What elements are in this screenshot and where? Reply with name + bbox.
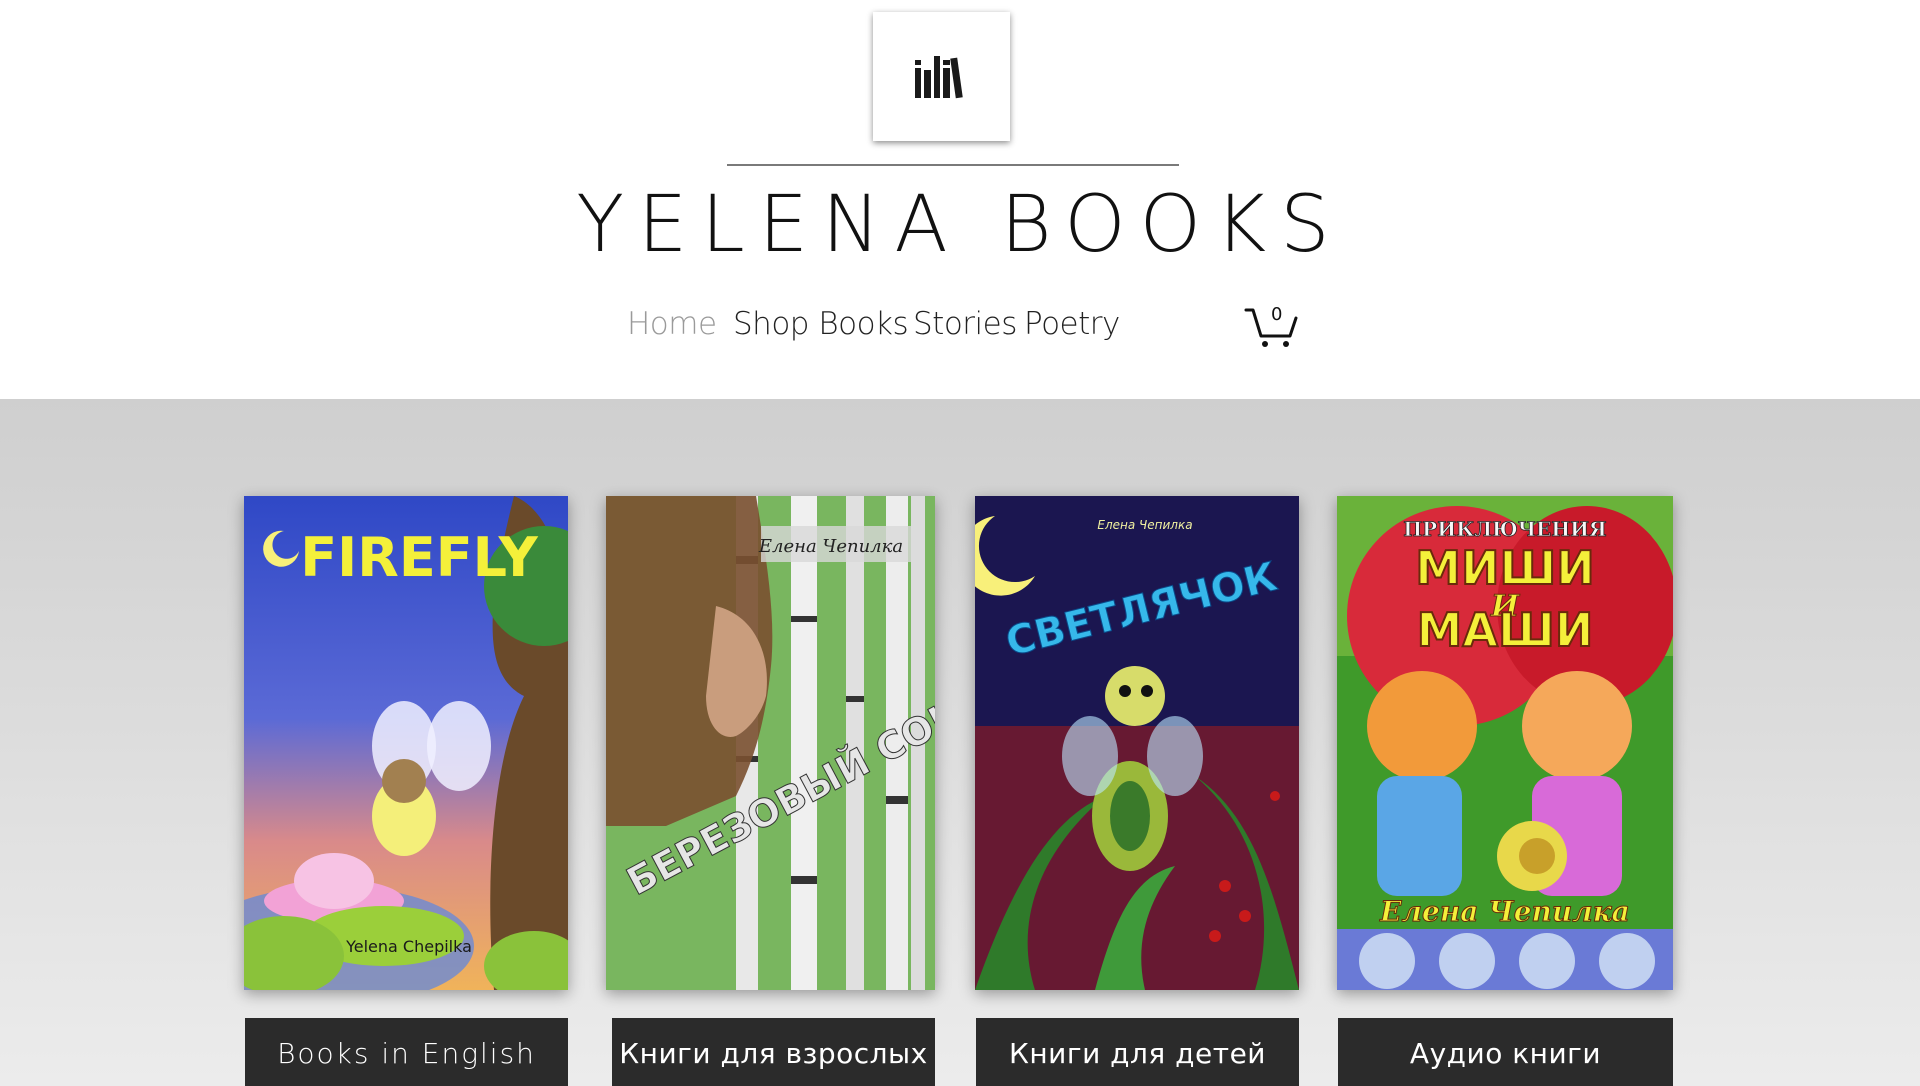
book-cover-birch-juice[interactable]: Елена Чепилка БЕРЕЗОВЫЙ СОК [606,496,935,990]
cover-title-line2-misha: МАШИ [1417,603,1594,657]
header-divider [727,164,1179,166]
nav-item-poetry[interactable]: Poetry [1024,306,1120,342]
category-audio-books-button[interactable]: Аудио книги [1338,1018,1673,1086]
site-header: YELENA BOOKS Home Shop Books Stories Poe… [0,0,1920,399]
nav-item-home[interactable]: Home [627,306,717,342]
nav-item-stories[interactable]: Stories [913,306,1017,342]
nav-item-shop-books[interactable]: Shop Books [733,306,909,342]
book-categories: FIREFLY Yelena Chepilka Елена Чепилка БЕ… [0,399,1920,1086]
cover-author-firefly: Yelena Chepilka [345,937,472,956]
cover-author-birch: Елена Чепилка [758,536,903,557]
category-books-for-adults-button[interactable]: Книги для взрослых [612,1018,935,1086]
book-cover-misha-masha[interactable]: ПРИКЛЮЧЕНИЯ МИШИ И МАШИ Елена Чепилка [1337,496,1673,990]
category-books-in-english-button[interactable]: Books in English [245,1018,568,1086]
cart-button[interactable]: 0 [1244,300,1300,350]
cover-author-misha: Елена Чепилка [1379,895,1630,928]
cover-title-top-misha: ПРИКЛЮЧЕНИЯ [1403,517,1606,541]
cart-count: 0 [1271,304,1283,325]
category-books-for-children-button[interactable]: Книги для детей [976,1018,1299,1086]
cover-title-line1-misha: МИШИ [1415,541,1595,595]
main-nav: Home Shop Books Stories Poetry [0,300,1920,356]
site-title[interactable]: YELENA BOOKS [560,180,1360,270]
site-logo[interactable] [873,12,1010,141]
books-icon [914,55,963,98]
book-cover-svetlyachok[interactable]: Елена Чепилка СВЕТЛЯЧОК [975,496,1299,990]
cover-author-svetlyachok: Елена Чепилка [1097,518,1192,532]
book-cover-firefly[interactable]: FIREFLY Yelena Chepilka [244,496,568,990]
cover-title-firefly: FIREFLY [300,526,538,589]
